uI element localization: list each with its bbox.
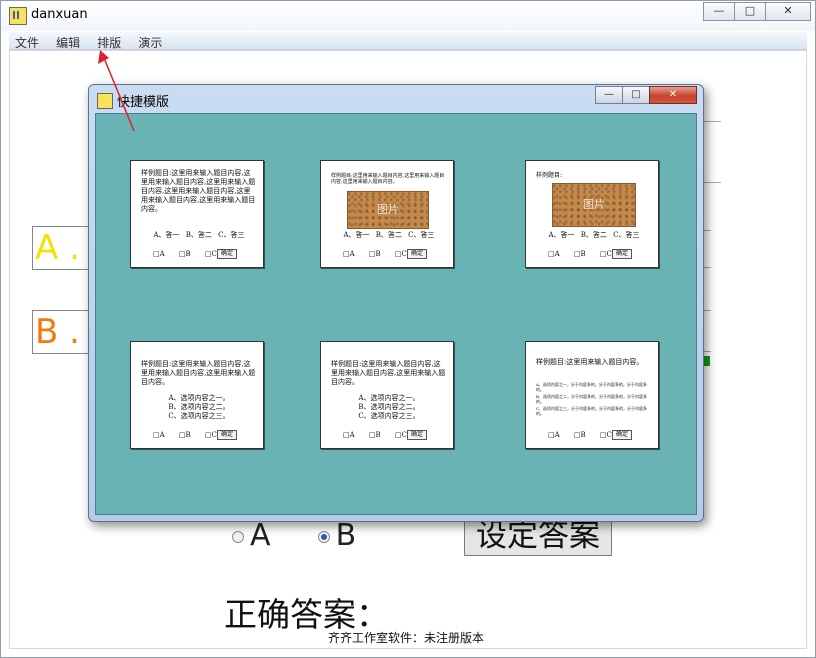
template-image-only[interactable]: 样例题目: 图片 A、答一 B、答二 C、答三 □A □B □C 确定 bbox=[525, 160, 659, 268]
template-option: C、选项内容之三，分于内容多的，分于内容多的，分于内容多的。 bbox=[536, 406, 648, 416]
template-check: □A bbox=[153, 250, 165, 258]
template-option: A、答一 bbox=[343, 231, 370, 239]
template-options: A、答一 B、答二 C、答三 bbox=[536, 231, 652, 240]
template-option: B、选项内容之二，分于内容多的，分于内容多的，分于内容多的。 bbox=[536, 394, 647, 404]
template-image-placeholder: 图片 bbox=[552, 183, 636, 227]
template-check: □C bbox=[599, 431, 612, 439]
template-option: B、答二 bbox=[580, 231, 607, 239]
template-option: A、选项内容之一。 bbox=[358, 394, 420, 402]
template-text-image[interactable]: 样例题目:这里用来输入题目内容,这里用来输入题目内容,这里用来输入题目内容。 图… bbox=[320, 160, 454, 268]
template-option: B、答二 bbox=[185, 231, 212, 239]
template-option: C、答三 bbox=[218, 231, 245, 239]
template-check: □A bbox=[548, 431, 560, 439]
template-long-options[interactable]: 样例题目:这里用来输入题目内容。 A、选项内容之一，分于内容多的，分于内容多的，… bbox=[525, 341, 659, 449]
answer-radio-group: A B bbox=[232, 518, 356, 553]
template-check: □C bbox=[394, 431, 407, 439]
template-options: A、答一 B、答二 C、答三 bbox=[331, 231, 447, 240]
template-options: A、选项内容之一。 B、选项内容之二。 C、选项内容之三。 bbox=[331, 394, 447, 421]
template-question: 样例题目:这里用来输入题目内容,这里用来输入题目内容,这里用来输入题目内容。 bbox=[331, 360, 446, 386]
template-check: □A bbox=[548, 250, 560, 258]
app-icon bbox=[9, 7, 27, 25]
window-controls: — □ ✕ bbox=[703, 2, 811, 21]
radio-b-label: B bbox=[335, 518, 357, 553]
minimize-button[interactable]: — bbox=[703, 2, 735, 21]
radio-a-label: A bbox=[250, 518, 271, 553]
dialog-controls: — □ ✕ bbox=[595, 86, 697, 104]
template-options: A、答一 B、答二 C、答三 bbox=[141, 231, 257, 240]
dialog-minimize-button[interactable]: — bbox=[595, 86, 623, 104]
template-check: □C bbox=[599, 250, 612, 258]
main-titlebar[interactable]: danxuan — □ ✕ bbox=[1, 1, 815, 31]
template-check: □C bbox=[204, 250, 217, 258]
template-question: 样例题目:这里用来输入题目内容。 bbox=[536, 358, 644, 366]
template-text-options[interactable]: 样例题目:这里用来输入题目内容,这里用来输入题目内容,这里用来输入题目内容,这里… bbox=[130, 160, 264, 268]
template-option: A、选项内容之一，分于内容多的，分于内容多的，分于内容多的。 bbox=[536, 382, 647, 392]
template-check: □C bbox=[394, 250, 407, 258]
template-ok-button: 确定 bbox=[216, 430, 237, 440]
green-indicator bbox=[704, 356, 710, 366]
template-image-placeholder: 图片 bbox=[347, 191, 429, 229]
template-options: A、选项内容之一。 B、选项内容之二。 C、选项内容之三。 bbox=[141, 394, 257, 421]
template-check: □A bbox=[343, 431, 355, 439]
template-check: □B bbox=[178, 431, 191, 439]
registration-note: 齐齐工作室软件：未注册版本 bbox=[328, 631, 485, 645]
template-ok-button: 确定 bbox=[611, 249, 632, 259]
template-question: 样例题目:这里用来输入题目内容,这里用来输入题目内容,这里用来输入题目内容,这里… bbox=[141, 169, 256, 213]
template-ok-button: 确定 bbox=[216, 249, 237, 259]
template-footer: □A □B □C 确定 bbox=[548, 430, 644, 440]
template-option: B、选项内容之二。 bbox=[168, 403, 230, 411]
template-footer: □A □B □C 确定 bbox=[548, 249, 644, 259]
template-footer: □A □B □C 确定 bbox=[343, 249, 439, 259]
radio-a[interactable] bbox=[232, 530, 244, 543]
template-vertical-options[interactable]: 样例题目:这里用来输入题目内容,这里用来输入题目内容,这里用来输入题目内容。 A… bbox=[130, 341, 264, 449]
template-option: A、选项内容之一。 bbox=[168, 394, 230, 402]
template-option: A、答一 bbox=[153, 231, 180, 239]
template-option: A、答一 bbox=[548, 231, 575, 239]
menubar: 文件 编辑 排版 演示 bbox=[9, 32, 807, 50]
template-question: 样例题目:这里用来输入题目内容,这里用来输入题目内容,这里用来输入题目内容。 bbox=[331, 173, 445, 185]
template-option: C、答三 bbox=[408, 231, 435, 239]
template-check: □B bbox=[573, 431, 586, 439]
set-answer-button[interactable]: 设定答案 bbox=[464, 516, 612, 556]
quick-template-dialog: 快捷模版 — □ ✕ 样例题目:这里用来输入题目内容,这里用来输入题目内容,这里… bbox=[88, 84, 704, 522]
template-check: □B bbox=[573, 250, 586, 258]
template-footer: □A □B □C 确定 bbox=[153, 430, 249, 440]
template-option: C、选项内容之三。 bbox=[168, 412, 230, 420]
template-panel: 样例题目:这里用来输入题目内容,这里用来输入题目内容,这里用来输入题目内容,这里… bbox=[95, 113, 697, 515]
radio-b[interactable] bbox=[317, 530, 330, 543]
template-check: □B bbox=[368, 431, 381, 439]
template-vertical-options-2[interactable]: 样例题目:这里用来输入题目内容,这里用来输入题目内容,这里用来输入题目内容。 A… bbox=[320, 341, 454, 449]
template-question: 样例题目:这里用来输入题目内容,这里用来输入题目内容,这里用来输入题目内容。 bbox=[141, 360, 256, 386]
template-option: C、选项内容之三。 bbox=[358, 412, 420, 420]
template-options: A、选项内容之一，分于内容多的，分于内容多的，分于内容多的。 B、选项内容之二，… bbox=[536, 382, 652, 418]
dialog-app-icon bbox=[97, 93, 113, 109]
template-option: C、答三 bbox=[613, 231, 640, 239]
template-check: □B bbox=[368, 250, 381, 258]
dialog-close-button[interactable]: ✕ bbox=[649, 86, 697, 104]
template-ok-button: 确定 bbox=[406, 430, 427, 440]
template-option: B、选项内容之二。 bbox=[358, 403, 420, 411]
template-question: 样例题目: bbox=[536, 172, 563, 179]
maximize-button[interactable]: □ bbox=[734, 2, 766, 21]
template-check: □B bbox=[178, 250, 191, 258]
template-footer: □A □B □C 确定 bbox=[343, 430, 439, 440]
dialog-title: 快捷模版 bbox=[117, 95, 170, 110]
close-button[interactable]: ✕ bbox=[765, 2, 811, 21]
dialog-maximize-button[interactable]: □ bbox=[622, 86, 650, 104]
window-title: danxuan bbox=[31, 7, 88, 22]
template-check: □C bbox=[204, 431, 217, 439]
template-ok-button: 确定 bbox=[611, 430, 632, 440]
template-option: B、答二 bbox=[375, 231, 402, 239]
template-ok-button: 确定 bbox=[406, 249, 427, 259]
template-check: □A bbox=[343, 250, 355, 258]
template-footer: □A □B □C 确定 bbox=[153, 249, 249, 259]
template-check: □A bbox=[153, 431, 165, 439]
